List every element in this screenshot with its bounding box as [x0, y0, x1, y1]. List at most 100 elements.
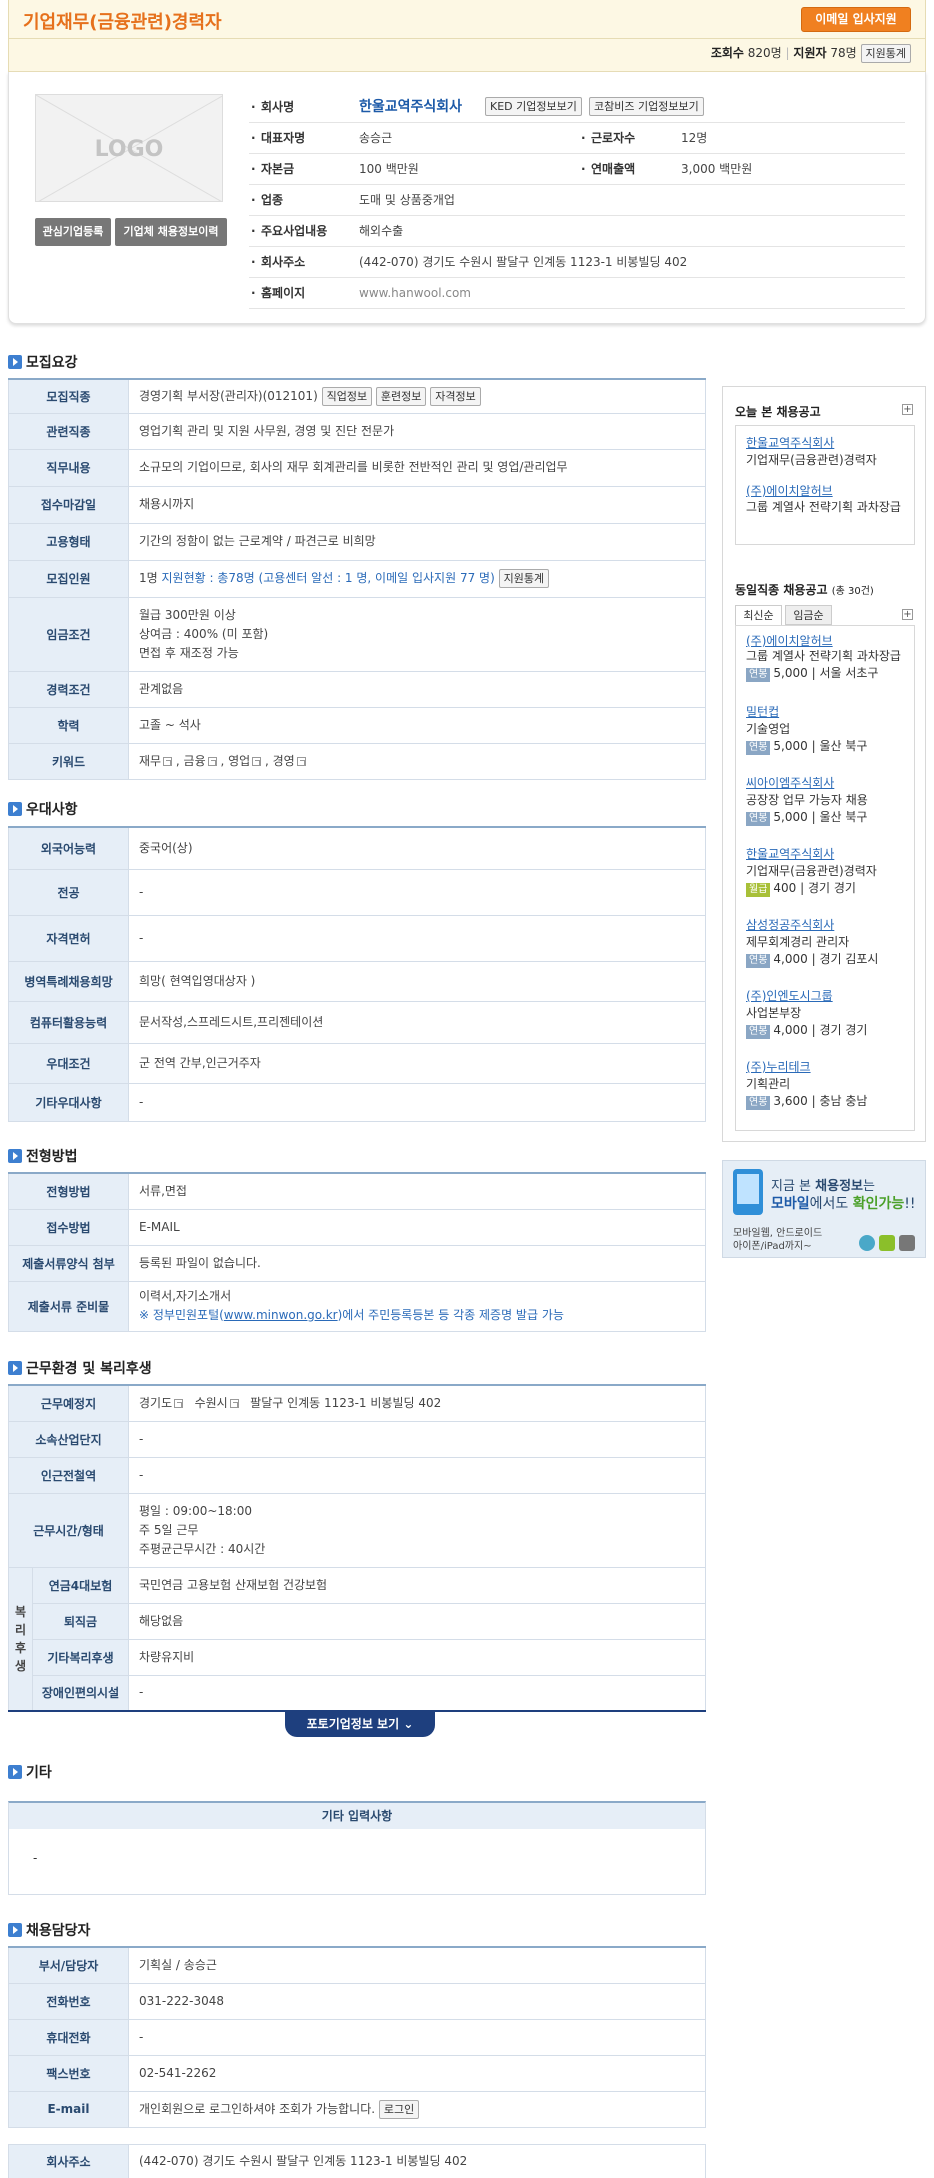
- license-info-button[interactable]: 자격정보: [430, 386, 481, 406]
- keyword-link[interactable]: 경영: [273, 754, 295, 768]
- station-value: -: [128, 1456, 706, 1494]
- mobile-banner[interactable]: 지금 본 채용정보는 모바일에서도 확인가능!! 모바일웹, 안드로이드 아이폰/…: [722, 1160, 926, 1258]
- plus-icon[interactable]: +: [902, 404, 913, 415]
- keyword-link[interactable]: 재무: [139, 754, 161, 768]
- android-icon[interactable]: [879, 1235, 895, 1251]
- external-link-icon[interactable]: [174, 1398, 184, 1408]
- list-item-company[interactable]: 한울교역주식회사: [746, 845, 904, 862]
- method-label: 전형방법: [8, 1172, 129, 1210]
- list-item-title[interactable]: 기업재무(금융관련)경력자: [746, 862, 904, 879]
- apple-icon[interactable]: [899, 1235, 915, 1251]
- list-item-company[interactable]: 삼성정공주식회사: [746, 916, 904, 933]
- wage-line: 상여금 : 400% (미 포함): [139, 626, 269, 641]
- table-row: 기타우대사항 -: [8, 1082, 706, 1122]
- table-row: 자격면허 -: [8, 914, 706, 962]
- section-arrow-icon: [8, 1149, 22, 1163]
- phone-value: 031-222-3048: [128, 1982, 706, 2020]
- list-item-company[interactable]: 한울교역주식회사: [746, 434, 904, 451]
- list-item[interactable]: 삼성정공주식회사 제무회계경리 관리자 연봉 4,000 | 경기 김포시: [746, 916, 904, 987]
- hiring-history-button[interactable]: 기업체 채용정보이력: [115, 218, 227, 246]
- tab-latest[interactable]: 최신순: [735, 605, 782, 625]
- list-item[interactable]: 밀턴컵 기술영업 연봉 5,000 | 울산 북구: [746, 703, 904, 774]
- company-name[interactable]: 한울교역주식회사: [359, 92, 462, 122]
- complex-value: -: [128, 1420, 706, 1458]
- phone-label: 전화번호: [8, 1982, 129, 2020]
- list-item[interactable]: 씨아이엠주식회사 공장장 업무 가능자 채용 연봉 5,000 | 울산 북구: [746, 774, 904, 845]
- address-row: 회사주소 (442-070) 경기도 수원시 팔달구 인계동 1123-1 비봉…: [249, 247, 905, 278]
- place-province[interactable]: 경기도: [139, 1396, 172, 1410]
- header-divider: [9, 38, 925, 39]
- tab-wage[interactable]: 임금순: [785, 605, 832, 625]
- external-link-icon[interactable]: [229, 1398, 239, 1408]
- homepage-link[interactable]: www.hanwool.com: [359, 278, 471, 308]
- interest-company-button[interactable]: 관심기업등록: [35, 218, 111, 246]
- lang-value: 중국어(상): [128, 826, 706, 870]
- list-item-company[interactable]: (주)에이치알허브: [746, 632, 904, 649]
- severance-value: 해당없음: [128, 1602, 706, 1640]
- chevron-down-icon: ⌄: [403, 1717, 414, 1731]
- keyword-label: 키워드: [8, 742, 129, 780]
- external-link-icon[interactable]: [296, 756, 306, 766]
- address-label: 회사주소: [249, 247, 305, 277]
- list-item-title[interactable]: 기술영업: [746, 720, 904, 737]
- list-item[interactable]: (주)누리테크 기획관리 연봉 3,600 | 충남 충남: [746, 1058, 904, 1118]
- list-item-company[interactable]: 씨아이엠주식회사: [746, 774, 904, 791]
- photo-company-button[interactable]: 포토기업정보 보기 ⌄: [285, 1712, 435, 1737]
- views-label: 조회수: [710, 46, 744, 60]
- region-value: 울산 북구: [819, 810, 868, 824]
- capital-label: 자본금: [249, 154, 294, 184]
- keyword-link[interactable]: 영업: [228, 754, 250, 768]
- cobiz-info-button[interactable]: 코참비즈 기업정보보기: [589, 97, 704, 116]
- applicants-value: 78명: [830, 46, 857, 60]
- list-item-company[interactable]: (주)인엔도시그룹: [746, 987, 904, 1004]
- wage-line: 면접 후 재조정 가능: [139, 645, 239, 660]
- ked-info-button[interactable]: KED 기업정보보기: [485, 97, 582, 116]
- employ-value: 기간의 정함이 없는 근로계약 / 파견근로 비희망: [128, 522, 706, 561]
- list-item-title[interactable]: 기업재무(금융관련)경력자: [746, 451, 904, 468]
- other-box-title: 기타 입력사항: [8, 1801, 706, 1829]
- table-row: 인근전철역 -: [7, 1456, 706, 1494]
- count-stats-button[interactable]: 지원통계: [498, 569, 550, 588]
- job-info-button[interactable]: 직업정보: [321, 386, 373, 406]
- mobile-value: -: [128, 2018, 706, 2056]
- list-item[interactable]: (주)에이치알허브 그룹 계열사 전략기획 과차장급 연봉 5,000 | 서울 …: [746, 632, 904, 703]
- login-button[interactable]: 로그인: [378, 2099, 420, 2119]
- place-city[interactable]: 수원시: [195, 1396, 228, 1410]
- external-link-icon[interactable]: [207, 756, 217, 766]
- external-link-icon[interactable]: [163, 756, 173, 766]
- receipt-label: 접수방법: [8, 1208, 129, 1246]
- list-item-company[interactable]: (주)에이치알허브: [746, 482, 904, 499]
- apply-status-link[interactable]: 지원현황 : 총78명 (고용센터 알선 : 1 명, 이메일 입사지원 77 …: [162, 571, 495, 585]
- wage-line: 월급 300만원 이상: [139, 607, 236, 622]
- list-item-company[interactable]: 밀턴컵: [746, 703, 904, 720]
- table-row: 병역특례채용희망 희망( 현역입영대상자 ): [8, 960, 706, 1002]
- employees-label: 근로자수: [579, 123, 635, 153]
- list-item[interactable]: (주)인엔도시그룹 사업본부장 연봉 4,000 | 경기 경기: [746, 987, 904, 1058]
- list-item[interactable]: 한울교역주식회사 기업재무(금융관련)경력자 월급 400 | 경기 경기: [746, 845, 904, 916]
- keyword-link[interactable]: 금융: [184, 754, 206, 768]
- place-detail: 팔달구 인계동 1123-1 비봉빌딩 402: [250, 1395, 442, 1410]
- method-value: 서류,면접: [128, 1172, 706, 1210]
- table-row: 회사주소 (442-070) 경기도 수원시 팔달구 인계동 1123-1 비봉빌…: [8, 2144, 706, 2178]
- plus-icon[interactable]: +: [902, 609, 913, 620]
- apply-stats-button[interactable]: 지원통계: [860, 44, 911, 63]
- mobile-web-icon[interactable]: [859, 1235, 875, 1251]
- list-item-title[interactable]: 제무회계경리 관리자: [746, 933, 904, 950]
- external-link-icon[interactable]: [252, 756, 262, 766]
- region-value: 울산 북구: [819, 739, 868, 753]
- list-item-title[interactable]: 그룹 계열사 전략기획 과차장급: [746, 649, 904, 664]
- logo-text: LOGO: [94, 137, 164, 162]
- email-apply-button[interactable]: 이메일 입사지원: [801, 7, 911, 32]
- list-item-company[interactable]: (주)누리테크: [746, 1058, 904, 1075]
- minwon-link[interactable]: www.minwon.go.kr: [224, 1308, 338, 1322]
- employ-label: 고용형태: [8, 522, 129, 561]
- list-item-title[interactable]: 사업본부장: [746, 1004, 904, 1021]
- list-item-title[interactable]: 그룹 계열사 전략기획 과차장급: [746, 499, 904, 515]
- severance-label: 퇴직금: [31, 1602, 130, 1640]
- table-row: 제출서류 준비물 이력서,자기소개서 ※ 정부민원포털(www.minwon.go.…: [8, 1280, 706, 1332]
- list-item-title[interactable]: 기획관리: [746, 1075, 904, 1092]
- table-row: 부서/담당자 기획실 / 송승근: [8, 1946, 706, 1984]
- job-value: 경영기획 부서장(관리자)(012101): [139, 388, 318, 403]
- list-item-title[interactable]: 공장장 업무 가능자 채용: [746, 791, 904, 808]
- training-info-button[interactable]: 훈련정보: [375, 386, 427, 406]
